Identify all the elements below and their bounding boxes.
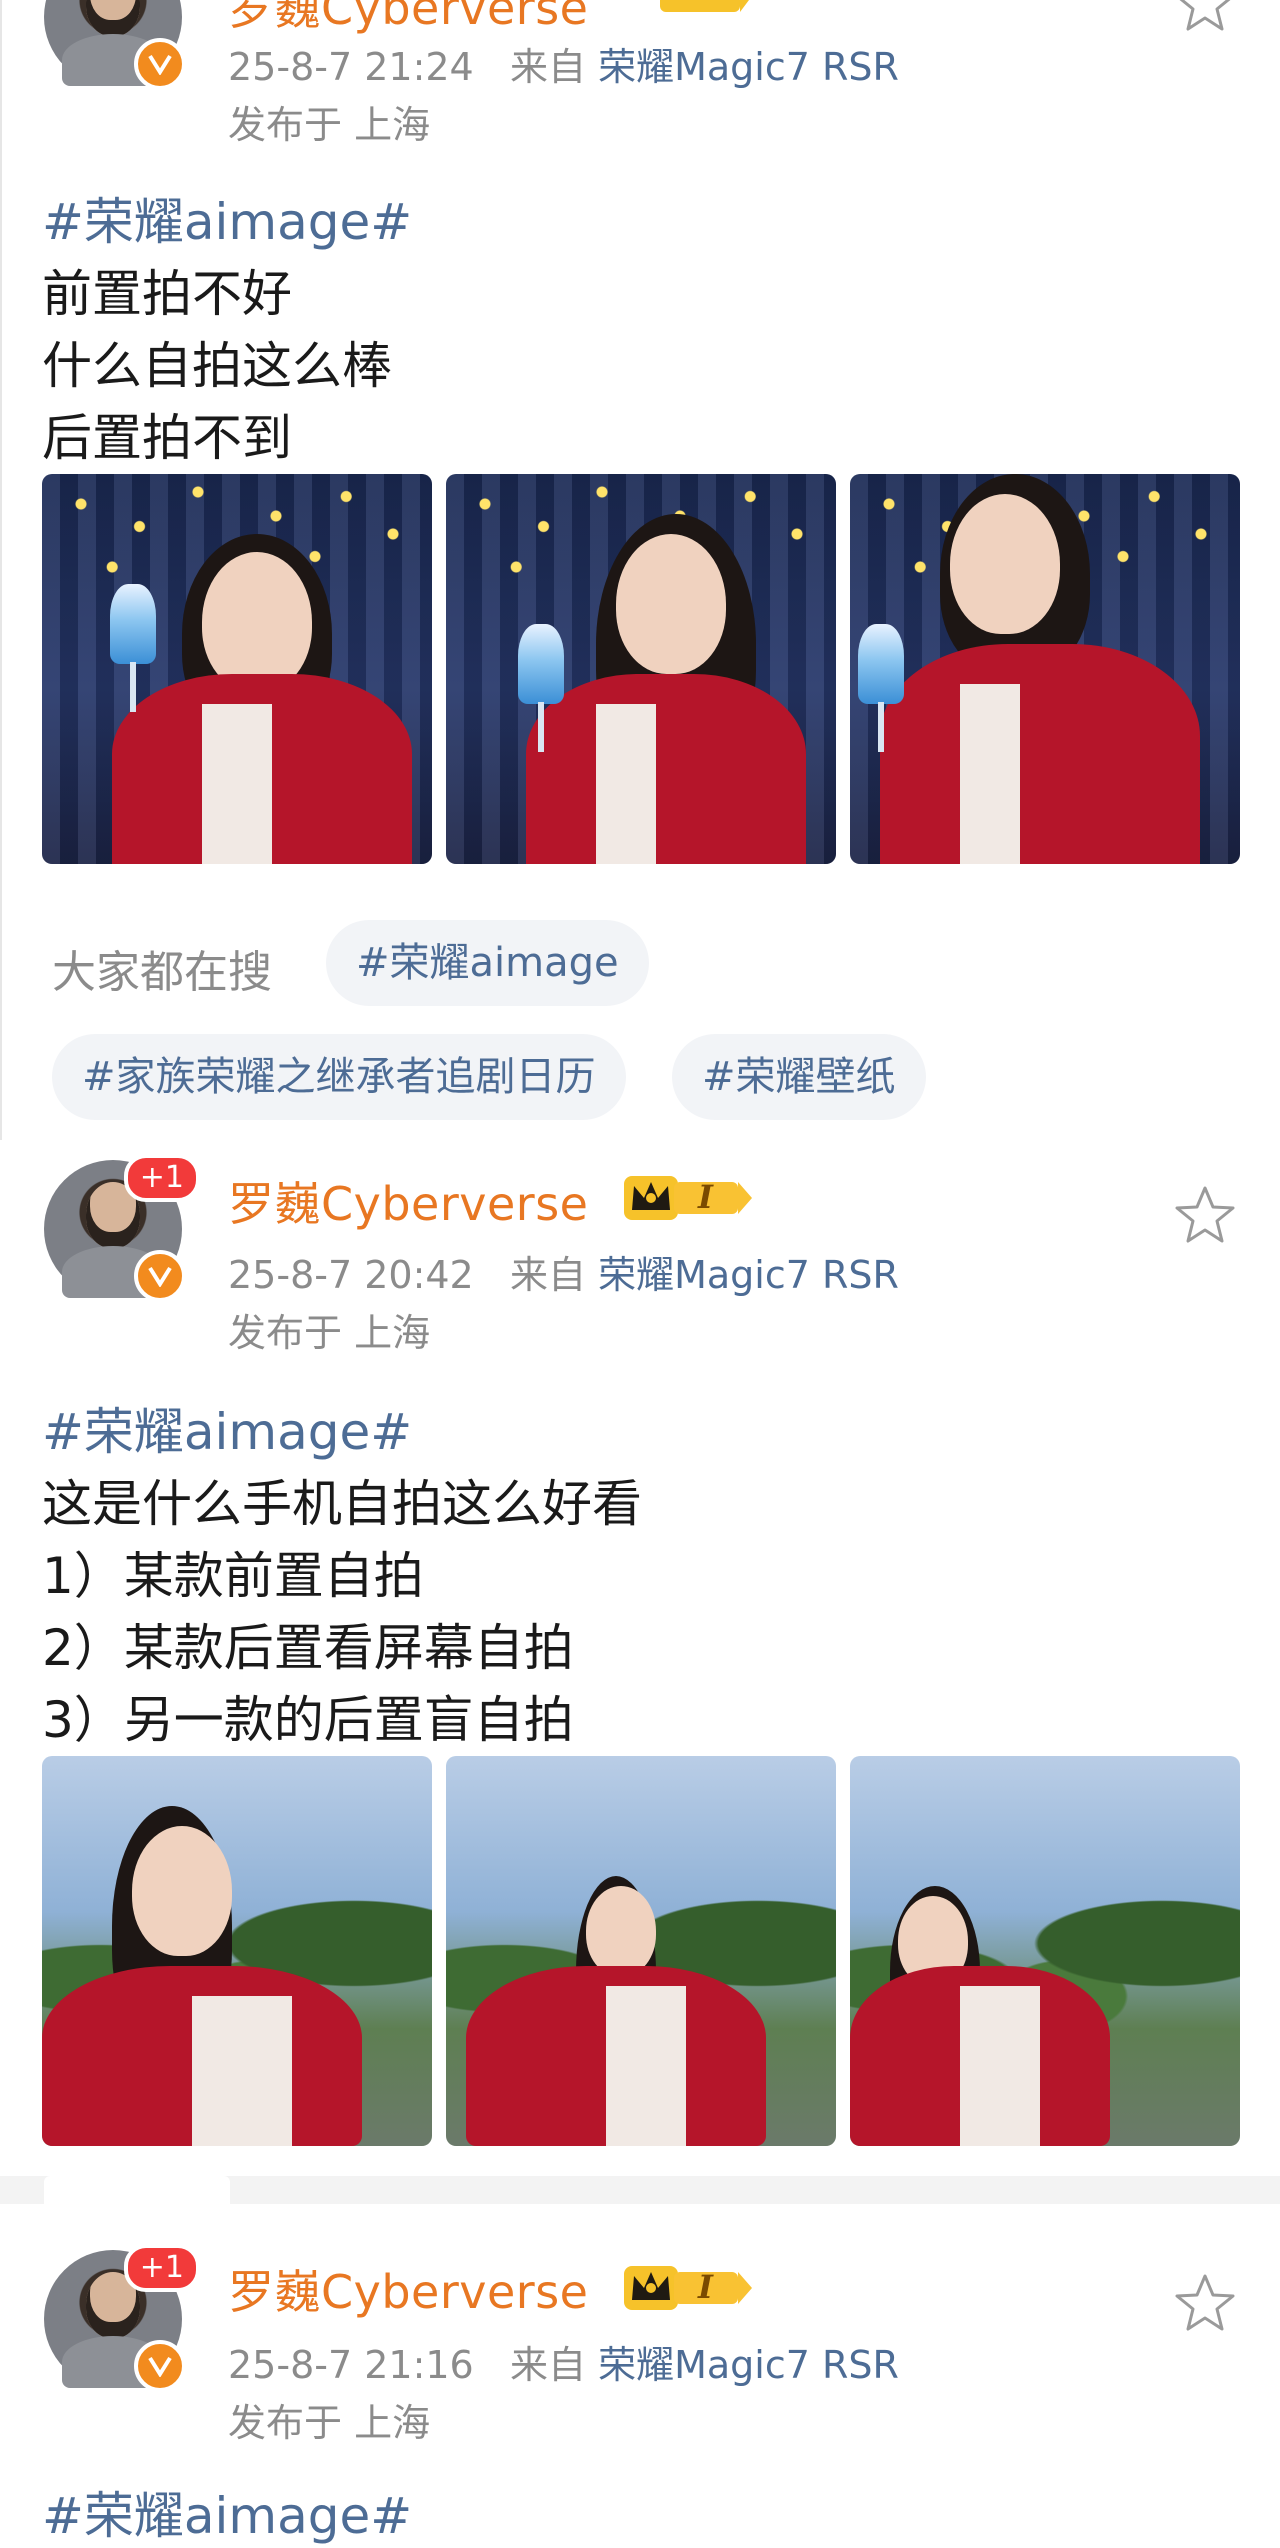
post-source[interactable]: 荣耀Magic7 RSR	[598, 2343, 899, 2387]
post-hashtag[interactable]: #荣耀aimage#	[42, 182, 412, 254]
from-label: 来自	[509, 45, 586, 89]
new-badge: +1	[123, 2244, 200, 2292]
weibo-post: 罗巍Cyberverse 25-8-7 21:24 来自 荣耀Magic7 RS…	[0, 0, 1280, 1140]
verified-v-icon	[134, 1250, 186, 1302]
post-source[interactable]: 荣耀Magic7 RSR	[598, 45, 899, 89]
post-location: 发布于 上海	[228, 1311, 431, 1355]
post-text-line: 3）另一款的后置盲自拍	[42, 1691, 574, 1749]
post-image[interactable]	[42, 1756, 432, 2146]
verified-v-icon	[134, 2340, 186, 2392]
star-outline-icon[interactable]	[1174, 2272, 1236, 2334]
username[interactable]: 罗巍Cyberverse	[228, 1168, 588, 1234]
username[interactable]: 罗巍Cyberverse	[228, 2256, 588, 2322]
avatar[interactable]: +1	[44, 2244, 200, 2392]
trending-search-label: 大家都在搜	[52, 947, 272, 998]
post-image[interactable]	[850, 1756, 1240, 2146]
from-label: 来自	[509, 2343, 586, 2387]
level-badge[interactable]: I	[622, 2260, 762, 2316]
post-text-line: 这是什么手机自拍这么好看	[42, 1475, 642, 1533]
level-badge-text: I	[698, 2268, 713, 2306]
post-meta: 25-8-7 21:16 来自 荣耀Magic7 RSR	[228, 2334, 899, 2389]
post-source[interactable]: 荣耀Magic7 RSR	[598, 1253, 899, 1297]
star-outline-icon[interactable]	[1174, 0, 1236, 34]
post-time: 25-8-7 21:24	[228, 45, 474, 89]
post-location: 发布于 上海	[228, 2401, 431, 2445]
post-hashtag[interactable]: #荣耀aimage#	[42, 1392, 412, 1464]
post-meta: 25-8-7 21:24 来自 荣耀Magic7 RSR	[228, 36, 899, 91]
avatar[interactable]	[44, 0, 186, 90]
from-label: 来自	[509, 1253, 586, 1297]
post-time: 25-8-7 21:16	[228, 2343, 474, 2387]
post-image[interactable]	[850, 474, 1240, 864]
post-hashtag[interactable]: #荣耀aimage#	[42, 2476, 412, 2548]
post-image[interactable]	[42, 474, 432, 864]
avatar[interactable]: +1	[44, 1154, 200, 1302]
crown-icon	[624, 1176, 752, 1220]
trending-tag[interactable]: #荣耀壁纸	[672, 1034, 926, 1120]
username[interactable]: 罗巍Cyberverse	[228, 0, 588, 38]
verified-v-icon	[134, 38, 186, 90]
new-badge: +1	[123, 1154, 200, 1202]
trending-tag[interactable]: #荣耀aimage	[326, 920, 649, 1006]
post-text-line: 前置拍不好	[42, 265, 292, 323]
post-image[interactable]	[446, 1756, 836, 2146]
post-text-line: 1）某款前置自拍	[42, 1547, 424, 1605]
post-text-line: 什么自拍这么棒	[42, 337, 392, 395]
crown-icon	[660, 0, 749, 12]
weibo-post: +1 罗巍Cyberverse I 25-8-7 21:16 来自 荣耀Magi…	[0, 2204, 1280, 2545]
crown-icon	[624, 2266, 752, 2310]
level-badge-text: I	[698, 1178, 713, 1216]
trending-tag[interactable]: #家族荣耀之继承者追剧日历	[52, 1034, 626, 1120]
weibo-post: +1 罗巍Cyberverse I 25-8-7 20:42 来自 荣耀Magi…	[0, 1140, 1280, 2170]
post-text-line: 2）某款后置看屏幕自拍	[42, 1619, 574, 1677]
post-meta: 25-8-7 20:42 来自 荣耀Magic7 RSR	[228, 1244, 899, 1299]
feed-divider	[0, 2176, 1280, 2216]
post-location: 发布于 上海	[228, 103, 431, 147]
post-time: 25-8-7 20:42	[228, 1253, 474, 1297]
level-badge[interactable]: I	[622, 1170, 762, 1226]
post-image[interactable]	[446, 474, 836, 864]
post-text-line: 后置拍不到	[42, 409, 292, 467]
star-outline-icon[interactable]	[1174, 1184, 1236, 1246]
